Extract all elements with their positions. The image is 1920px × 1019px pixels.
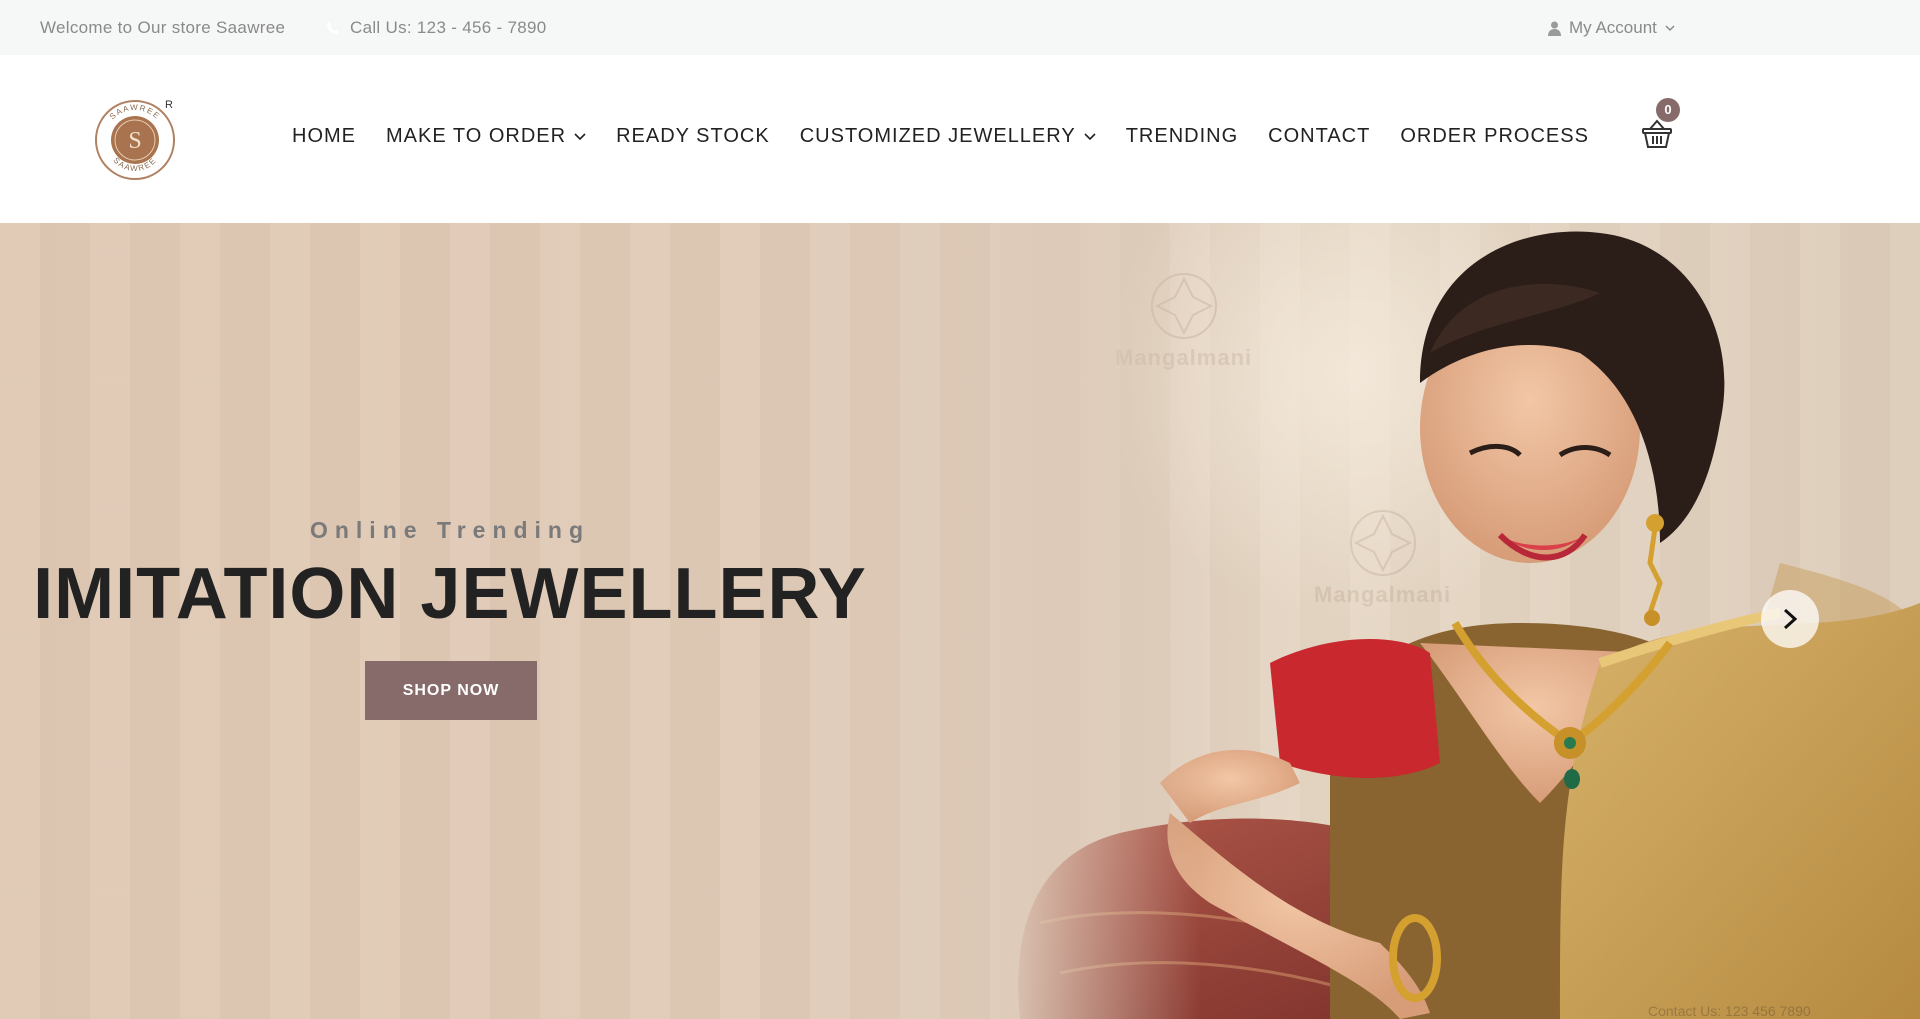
nav-label: CONTACT bbox=[1268, 125, 1371, 147]
nav-trending[interactable]: TRENDING bbox=[1126, 125, 1238, 148]
shop-now-button[interactable]: SHOP NOW bbox=[365, 661, 537, 720]
saawree-logo[interactable]: S SAAWREE SAAWREE bbox=[94, 99, 176, 181]
basket-icon[interactable] bbox=[1640, 117, 1674, 151]
cart-count-badge: 0 bbox=[1656, 98, 1680, 122]
nav-customized-jewellery[interactable]: CUSTOMIZED JEWELLERY bbox=[800, 125, 1096, 148]
nav-order-process[interactable]: ORDER PROCESS bbox=[1400, 125, 1589, 148]
top-bar: Welcome to Our store Saawree Call Us: 12… bbox=[0, 0, 1920, 55]
phone-text: Call Us: 123 - 456 - 7890 bbox=[350, 18, 547, 37]
nav-contact[interactable]: CONTACT bbox=[1268, 125, 1370, 148]
chevron-down-icon bbox=[1084, 132, 1096, 140]
hero-headline: IMITATION JEWELLERY bbox=[33, 554, 867, 634]
hero-eyebrow: Online Trending bbox=[309, 517, 591, 543]
phone-icon bbox=[326, 21, 340, 35]
nav-home[interactable]: HOME bbox=[292, 125, 356, 148]
welcome-text: Welcome to Our store Saawree bbox=[40, 18, 286, 37]
my-account-menu[interactable]: My Account bbox=[1548, 18, 1675, 38]
user-icon bbox=[1548, 21, 1561, 36]
registered-mark: R bbox=[165, 99, 173, 111]
nav-label: MAKE TO ORDER bbox=[386, 125, 567, 147]
chevron-down-icon bbox=[574, 132, 586, 140]
nav-label: HOME bbox=[292, 125, 356, 147]
site-header: S SAAWREE SAAWREE R HOME MAKE TO ORDER R… bbox=[0, 55, 1920, 223]
nav-label: TRENDING bbox=[1125, 125, 1239, 147]
phone-contact: Call Us: 123 - 456 - 7890 bbox=[326, 18, 547, 38]
nav-label: CUSTOMIZED JEWELLERY bbox=[799, 125, 1076, 147]
nav-ready-stock[interactable]: READY STOCK bbox=[616, 125, 770, 148]
image-contact-text: Contact Us: 123 456 7890 bbox=[1648, 1003, 1811, 1019]
chevron-right-icon bbox=[1783, 608, 1798, 630]
main-nav: HOME MAKE TO ORDER READY STOCK CUSTOMIZE… bbox=[292, 125, 1619, 148]
hero-banner: Mangalmani Mangalmani bbox=[0, 223, 1920, 1019]
nav-label: ORDER PROCESS bbox=[1400, 125, 1589, 147]
nav-make-to-order[interactable]: MAKE TO ORDER bbox=[386, 125, 586, 148]
my-account-label: My Account bbox=[1569, 18, 1657, 37]
nav-label: READY STOCK bbox=[616, 125, 770, 147]
chevron-down-icon bbox=[1665, 25, 1675, 32]
logo-letter: S bbox=[128, 128, 141, 154]
slider-next-button[interactable] bbox=[1761, 590, 1819, 648]
